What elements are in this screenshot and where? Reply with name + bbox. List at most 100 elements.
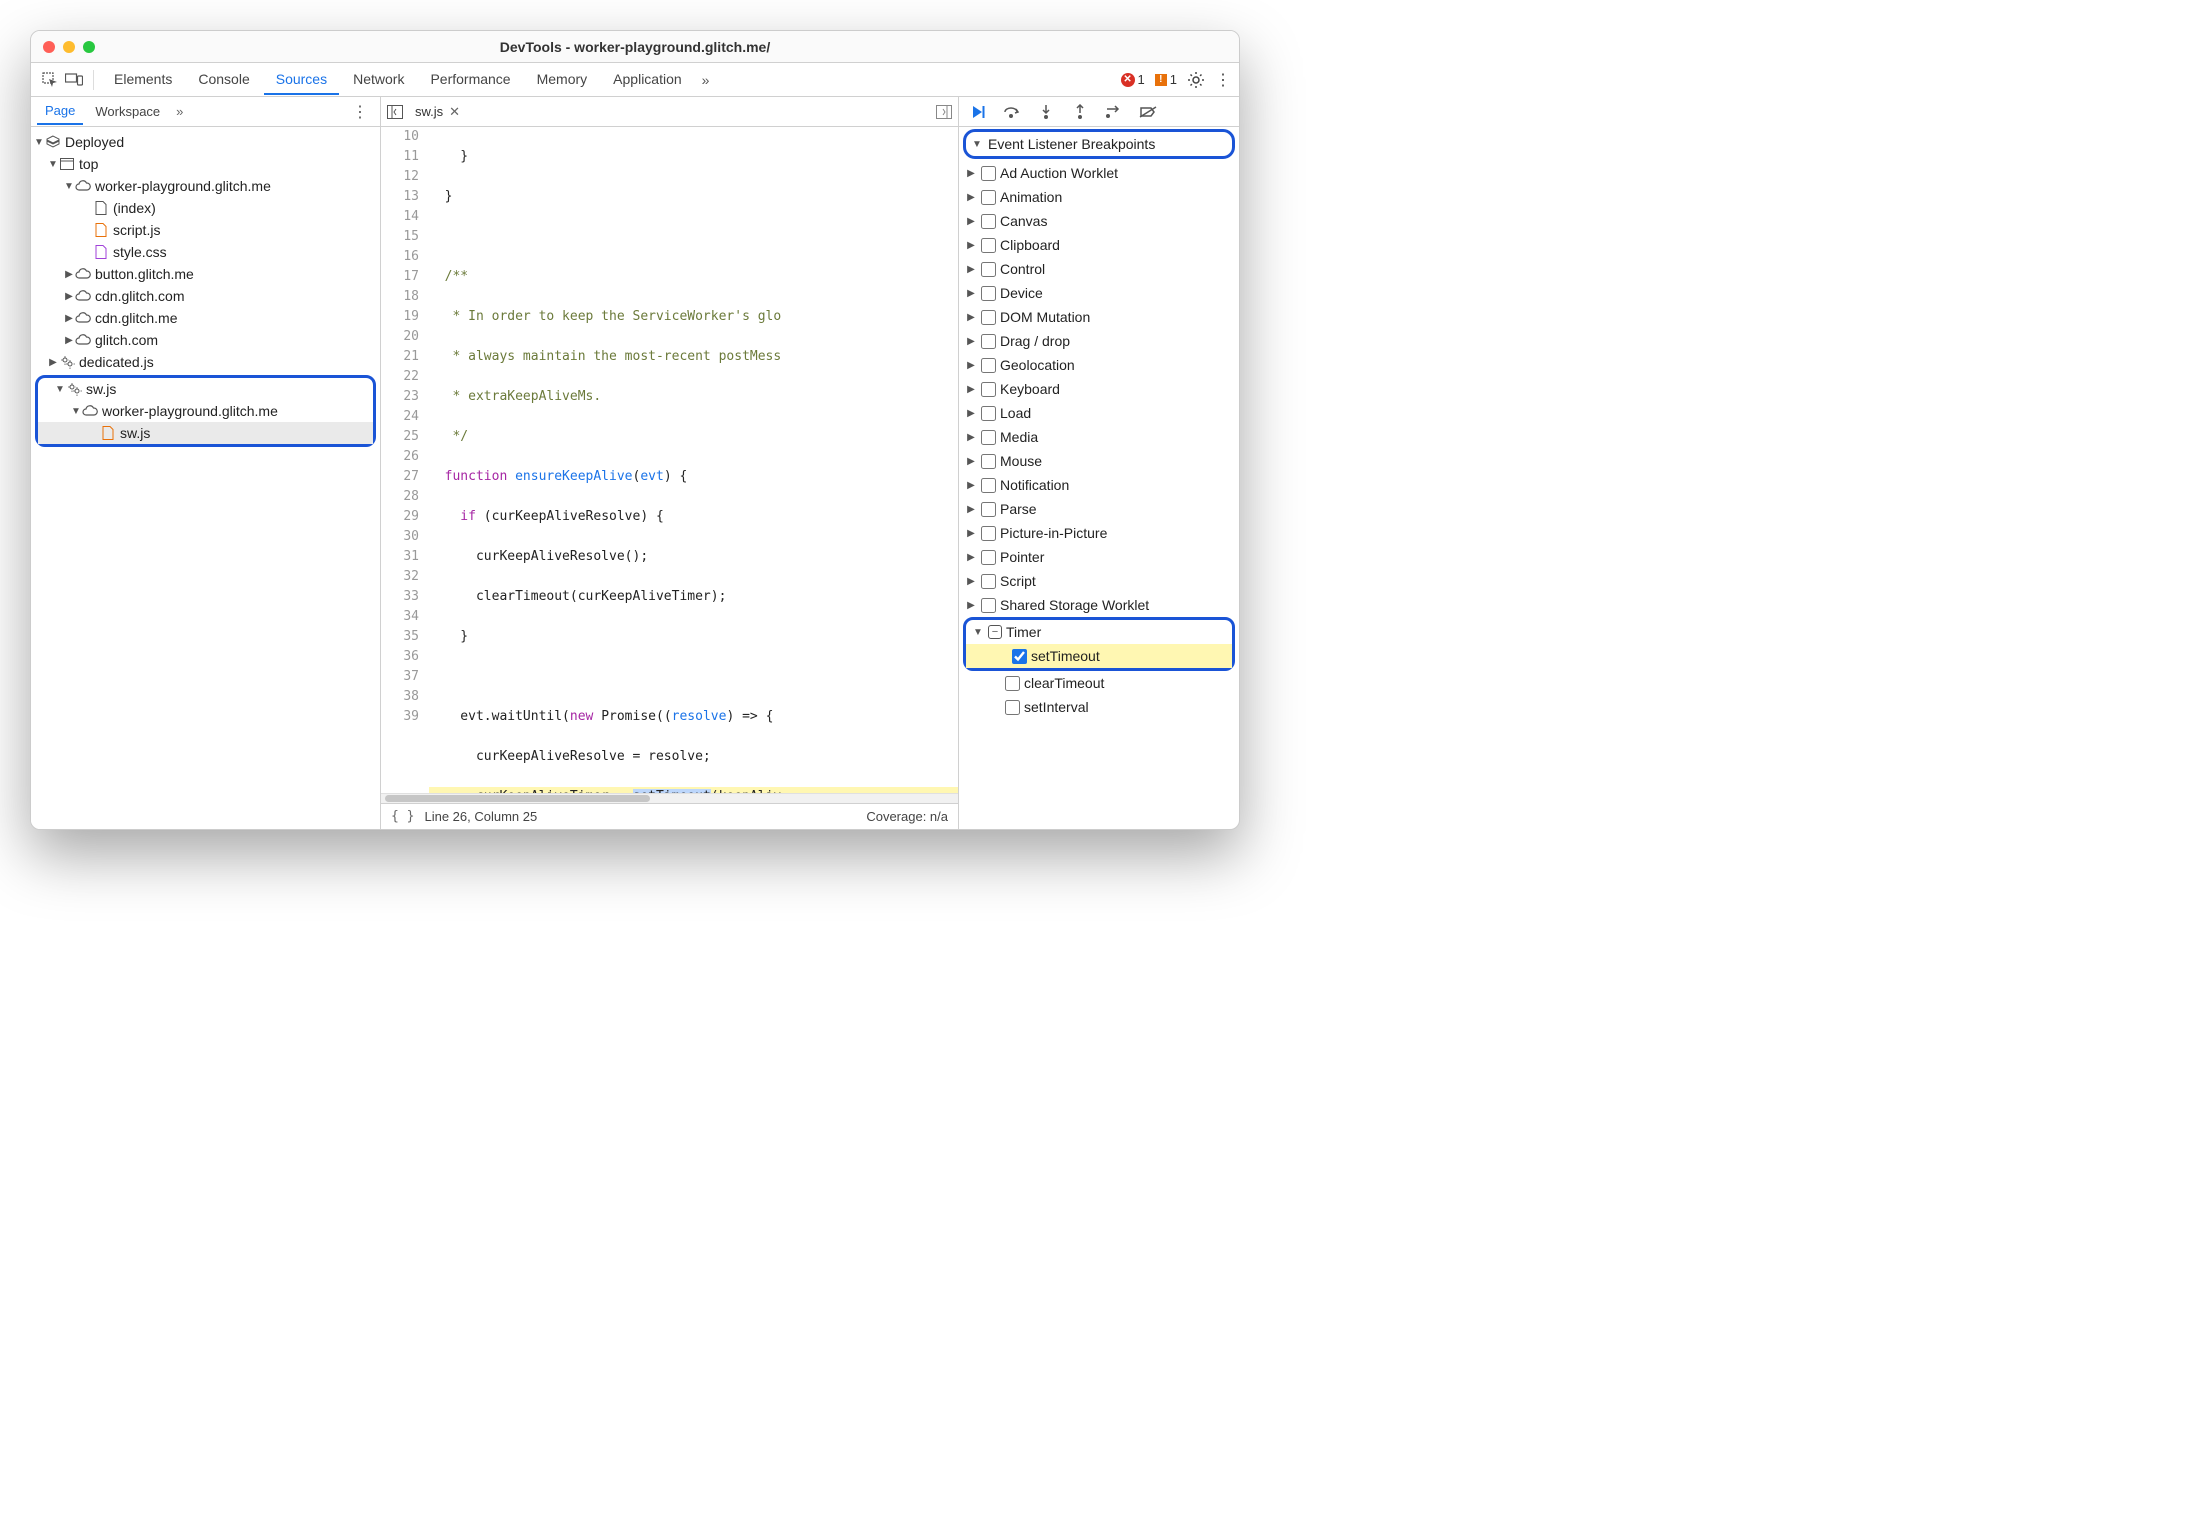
js-file-icon — [93, 222, 109, 238]
tree-file-stylecss[interactable]: style.css — [31, 241, 380, 263]
ev-category[interactable]: ▶Notification — [959, 473, 1239, 497]
warning-icon: ! — [1155, 74, 1167, 86]
resume-icon[interactable] — [969, 103, 987, 121]
ev-category[interactable]: ▶Geolocation — [959, 353, 1239, 377]
tree-sw-root[interactable]: ▼ sw.js — [38, 378, 373, 400]
deactivate-breakpoints-icon[interactable] — [1139, 103, 1157, 121]
ev-category-timer[interactable]: ▼ − Timer — [966, 620, 1232, 644]
tab-sources[interactable]: Sources — [264, 65, 339, 95]
cloud-icon — [75, 310, 91, 326]
event-listener-breakpoints-header[interactable]: ▼ Event Listener Breakpoints — [966, 132, 1232, 156]
cursor-position: Line 26, Column 25 — [424, 809, 537, 824]
ev-category[interactable]: ▶Canvas — [959, 209, 1239, 233]
device-toggle-icon[interactable] — [63, 69, 85, 91]
maximize-window-button[interactable] — [83, 41, 95, 53]
ev-category[interactable]: ▶Ad Auction Worklet — [959, 161, 1239, 185]
error-badge[interactable]: ✕ 1 — [1121, 72, 1145, 87]
tree-top[interactable]: ▼ top — [31, 153, 380, 175]
event-listener-header-highlight: ▼ Event Listener Breakpoints — [963, 129, 1235, 159]
tree-file-scriptjs[interactable]: script.js — [31, 219, 380, 241]
cloud-icon — [75, 178, 91, 194]
error-icon: ✕ — [1121, 73, 1135, 87]
ev-category[interactable]: ▶Animation — [959, 185, 1239, 209]
deployed-icon — [45, 134, 61, 150]
cloud-icon — [75, 332, 91, 348]
nav-tab-workspace[interactable]: Workspace — [87, 99, 168, 124]
tree-sw-file[interactable]: sw.js — [38, 422, 373, 444]
cloud-icon — [75, 288, 91, 304]
code-editor[interactable]: 1011121314151617181920212223242526272829… — [381, 127, 958, 793]
tab-application[interactable]: Application — [601, 65, 694, 95]
navigator-pane: Page Workspace » ⋮ ▼ Deployed ▼ — [31, 97, 381, 829]
tree-file-index[interactable]: (index) — [31, 197, 380, 219]
settings-icon[interactable] — [1187, 71, 1205, 89]
main-toolbar: Elements Console Sources Network Perform… — [31, 63, 1239, 97]
close-tab-icon[interactable]: ✕ — [449, 104, 460, 120]
ev-category[interactable]: ▶Mouse — [959, 449, 1239, 473]
tab-console[interactable]: Console — [186, 65, 261, 95]
tree-deployed[interactable]: ▼ Deployed — [31, 131, 380, 153]
tree-origin-button[interactable]: ▶ button.glitch.me — [31, 263, 380, 285]
minimize-window-button[interactable] — [63, 41, 75, 53]
ev-category[interactable]: ▶Media — [959, 425, 1239, 449]
window-controls — [43, 41, 95, 53]
ev-category[interactable]: ▶Parse — [959, 497, 1239, 521]
ev-category[interactable]: ▶Load — [959, 401, 1239, 425]
tab-elements[interactable]: Elements — [102, 65, 184, 95]
nav-tab-page[interactable]: Page — [37, 98, 83, 125]
step-out-icon[interactable] — [1071, 103, 1089, 121]
tree-origin-main[interactable]: ▼ worker-playground.glitch.me — [31, 175, 380, 197]
step-into-icon[interactable] — [1037, 103, 1055, 121]
nav-kebab-icon[interactable]: ⋮ — [346, 102, 374, 122]
gears-icon — [66, 381, 82, 397]
toggle-navigator-icon[interactable] — [387, 105, 403, 119]
step-icon[interactable] — [1105, 103, 1123, 121]
ev-category[interactable]: ▶Clipboard — [959, 233, 1239, 257]
ev-setinterval[interactable]: setInterval — [959, 695, 1239, 719]
editor-pane: sw.js ✕ 10111213141516171819202122232425… — [381, 97, 959, 829]
file-icon — [93, 200, 109, 216]
panel-tabs: Elements Console Sources Network Perform… — [102, 65, 694, 95]
navigator-tabs: Page Workspace » ⋮ — [31, 97, 380, 127]
debugger-sidebar: ▼ Event Listener Breakpoints ▶Ad Auction… — [959, 97, 1239, 829]
inspect-element-icon[interactable] — [39, 69, 61, 91]
ev-cleartimeout[interactable]: clearTimeout — [959, 671, 1239, 695]
tree-origin-cdncom[interactable]: ▶ cdn.glitch.com — [31, 285, 380, 307]
toggle-debugger-icon[interactable] — [936, 105, 952, 119]
close-window-button[interactable] — [43, 41, 55, 53]
tab-network[interactable]: Network — [341, 65, 416, 95]
ev-category[interactable]: ▶Pointer — [959, 545, 1239, 569]
tree-dedicated[interactable]: ▶ dedicated.js — [31, 351, 380, 373]
pretty-print-icon[interactable]: { } — [391, 809, 414, 824]
coverage-status: Coverage: n/a — [866, 809, 948, 824]
indeterminate-checkbox-icon[interactable]: − — [988, 625, 1002, 639]
tree-origin-cdnme[interactable]: ▶ cdn.glitch.me — [31, 307, 380, 329]
ev-settimeout[interactable]: setTimeout — [966, 644, 1232, 668]
timer-highlight: ▼ − Timer setTimeout — [963, 617, 1235, 671]
ev-category[interactable]: ▶Control — [959, 257, 1239, 281]
more-tabs-icon[interactable]: » — [696, 68, 716, 92]
nav-more-icon[interactable]: » — [172, 101, 187, 122]
ev-category[interactable]: ▶Drag / drop — [959, 329, 1239, 353]
ev-category[interactable]: ▶Script — [959, 569, 1239, 593]
ev-category[interactable]: ▶DOM Mutation — [959, 305, 1239, 329]
titlebar: DevTools - worker-playground.glitch.me/ — [31, 31, 1239, 63]
editor-tabs: sw.js ✕ — [381, 97, 958, 127]
step-over-icon[interactable] — [1003, 103, 1021, 121]
ev-category[interactable]: ▶Device — [959, 281, 1239, 305]
tree-origin-glitch[interactable]: ▶ glitch.com — [31, 329, 380, 351]
tab-memory[interactable]: Memory — [525, 65, 600, 95]
more-options-icon[interactable]: ⋮ — [1215, 70, 1231, 90]
devtools-window: DevTools - worker-playground.glitch.me/ … — [30, 30, 1240, 830]
ev-category[interactable]: ▶Picture-in-Picture — [959, 521, 1239, 545]
tab-performance[interactable]: Performance — [418, 65, 522, 95]
file-tree: ▼ Deployed ▼ top ▼ — [31, 127, 380, 829]
tree-sw-origin[interactable]: ▼ worker-playground.glitch.me — [38, 400, 373, 422]
warning-badge[interactable]: ! 1 — [1155, 72, 1177, 87]
sw-highlight: ▼ sw.js ▼ worker-playground.glitch.me — [35, 375, 376, 447]
ev-category[interactable]: ▶Shared Storage Worklet — [959, 593, 1239, 617]
js-file-icon — [100, 425, 116, 441]
horizontal-scrollbar[interactable] — [381, 793, 958, 803]
ev-category[interactable]: ▶Keyboard — [959, 377, 1239, 401]
editor-tab-swjs[interactable]: sw.js ✕ — [409, 101, 466, 123]
